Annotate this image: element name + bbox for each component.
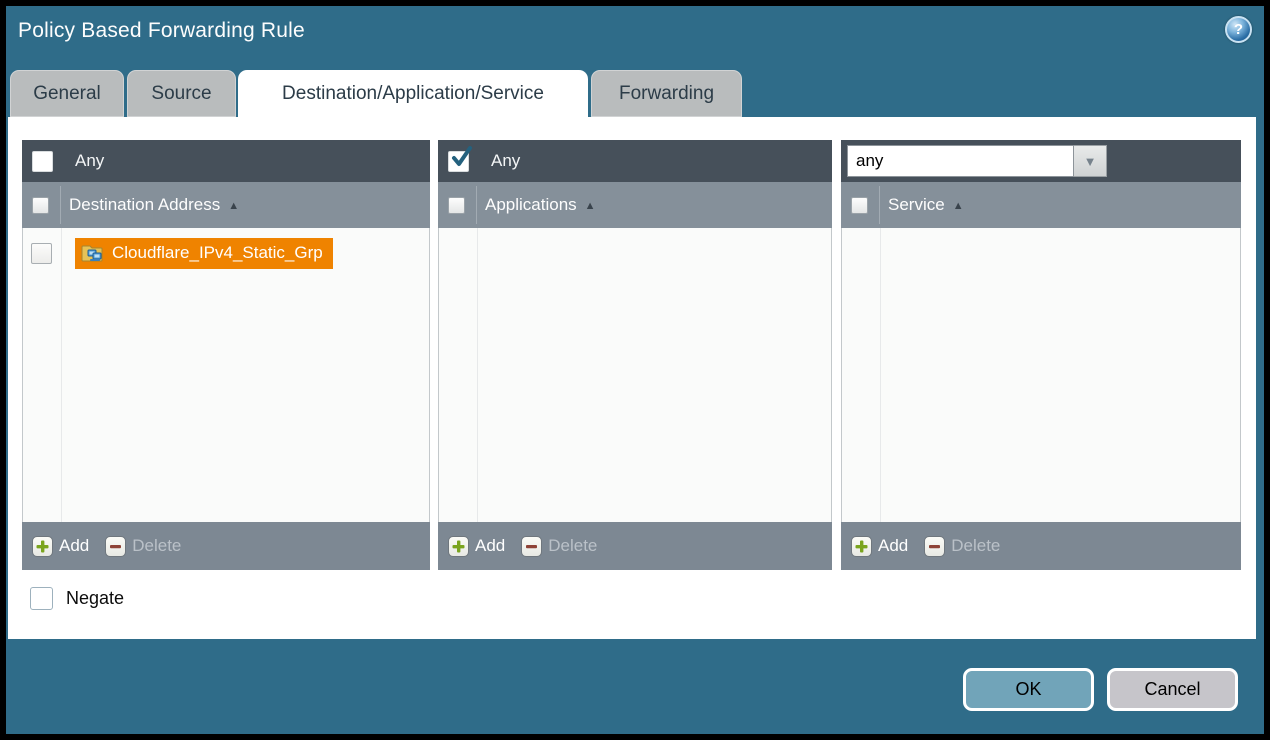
page-title: Policy Based Forwarding Rule	[18, 19, 305, 43]
plus-icon	[32, 536, 53, 557]
destination-any-bar: Any	[22, 140, 430, 182]
destination-address-column: Any Destination Address ▲	[22, 140, 430, 570]
tab-general[interactable]: General	[10, 70, 124, 117]
destination-address-list: Cloudflare_IPv4_Static_Grp	[22, 228, 430, 522]
add-destination-button[interactable]: Add	[32, 536, 89, 557]
applications-column: Any Applications ▲ Add	[438, 140, 832, 570]
content-panel: Any Destination Address ▲	[8, 117, 1256, 639]
cancel-button[interactable]: Cancel	[1107, 668, 1238, 711]
tab-bar: General Source Destination/Application/S…	[6, 70, 1264, 117]
tab-forwarding[interactable]: Forwarding	[591, 70, 742, 117]
ok-button[interactable]: OK	[963, 668, 1094, 711]
sort-ascending-icon: ▲	[585, 198, 596, 212]
row-checkbox[interactable]	[31, 243, 52, 264]
service-column: any ▼ Service ▲ Ad	[841, 140, 1241, 570]
table-row[interactable]: Cloudflare_IPv4_Static_Grp	[23, 233, 429, 273]
applications-header-label: Applications	[485, 195, 577, 215]
service-list	[841, 228, 1241, 522]
applications-footer: Add Delete	[438, 522, 832, 570]
add-service-button[interactable]: Add	[851, 536, 908, 557]
header-divider	[879, 186, 880, 224]
negate-row: Negate	[30, 587, 124, 610]
service-select-all-checkbox[interactable]	[851, 197, 868, 214]
negate-label: Negate	[66, 588, 124, 609]
service-header[interactable]: Service ▲	[841, 182, 1241, 228]
destination-footer: Add Delete	[22, 522, 430, 570]
minus-icon	[924, 536, 945, 557]
applications-select-all-checkbox[interactable]	[448, 197, 465, 214]
delete-application-button[interactable]: Delete	[521, 536, 597, 557]
plus-icon	[448, 536, 469, 557]
destination-any-checkbox[interactable]	[32, 151, 53, 172]
pbf-rule-dialog: Policy Based Forwarding Rule ? General S…	[0, 0, 1270, 740]
minus-icon	[105, 536, 126, 557]
tab-source[interactable]: Source	[127, 70, 236, 117]
sort-ascending-icon: ▲	[228, 198, 239, 212]
destination-header-label: Destination Address	[69, 195, 220, 215]
sort-ascending-icon: ▲	[953, 198, 964, 212]
negate-checkbox[interactable]	[30, 587, 53, 610]
service-header-label: Service	[888, 195, 945, 215]
chevron-down-icon[interactable]: ▼	[1074, 145, 1107, 177]
service-footer: Add Delete	[841, 522, 1241, 570]
delete-service-button[interactable]: Delete	[924, 536, 1000, 557]
service-dropdown-bar: any ▼	[841, 140, 1241, 182]
applications-any-bar: Any	[438, 140, 832, 182]
tab-destination-application-service[interactable]: Destination/Application/Service	[238, 70, 588, 117]
service-dropdown-value[interactable]: any	[847, 145, 1074, 177]
add-application-button[interactable]: Add	[448, 536, 505, 557]
plus-icon	[851, 536, 872, 557]
delete-destination-button[interactable]: Delete	[105, 536, 181, 557]
selected-address-object[interactable]: Cloudflare_IPv4_Static_Grp	[75, 238, 333, 269]
header-divider	[60, 186, 61, 224]
minus-icon	[521, 536, 542, 557]
service-dropdown[interactable]: any ▼	[847, 145, 1107, 177]
applications-any-checkbox[interactable]	[448, 151, 469, 172]
help-icon[interactable]: ?	[1225, 16, 1252, 43]
destination-any-label: Any	[75, 151, 104, 171]
applications-any-label: Any	[491, 151, 520, 171]
applications-list	[438, 228, 832, 522]
destination-address-header[interactable]: Destination Address ▲	[22, 182, 430, 228]
destination-select-all-checkbox[interactable]	[32, 197, 49, 214]
header-divider	[476, 186, 477, 224]
address-object-label: Cloudflare_IPv4_Static_Grp	[112, 243, 323, 263]
address-group-icon	[81, 243, 105, 263]
applications-header[interactable]: Applications ▲	[438, 182, 832, 228]
